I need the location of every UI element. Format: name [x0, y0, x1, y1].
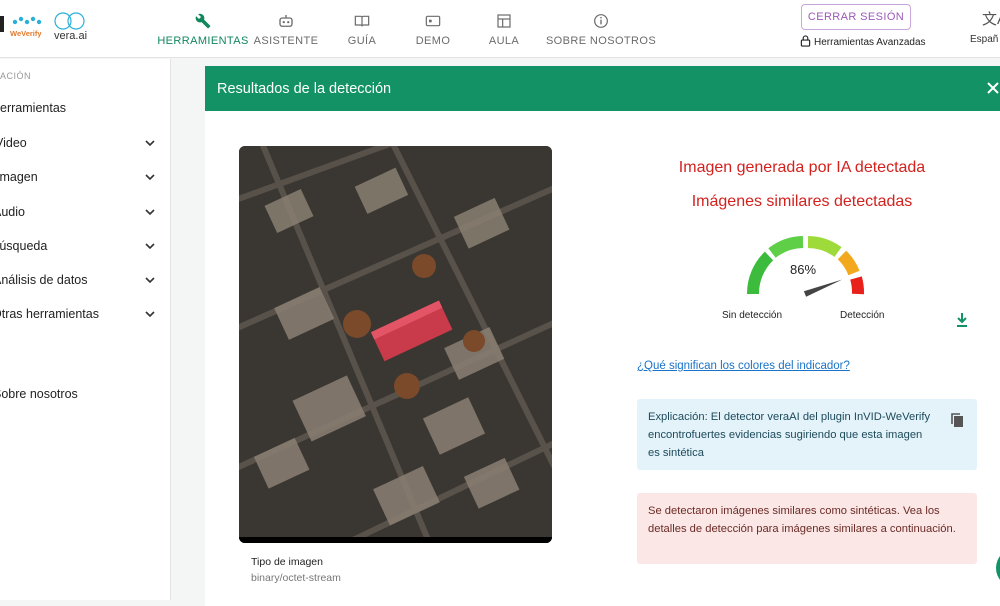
nav-demo[interactable]: DEMO — [400, 0, 466, 58]
sidebar-item-sobre-nosotros[interactable]: Sobre nosotros — [0, 380, 170, 408]
sidebar-item-label: Video — [0, 136, 27, 150]
explanation-box: Explicación: El detector veraAI del plug… — [637, 399, 977, 470]
gauge-label-low: Sin detección — [722, 310, 783, 321]
image-type-label: Tipo de imagen — [251, 556, 323, 568]
advanced-tools-indicator[interactable]: Herramientas Avanzadas — [800, 35, 926, 50]
nav-label: GUÍA — [347, 35, 377, 47]
robot-icon — [276, 11, 296, 31]
logo-group: WeVerify vera.ai — [0, 8, 100, 48]
gauge-label-high: Detección — [840, 310, 885, 321]
advanced-tools-label: Herramientas Avanzadas — [814, 37, 926, 48]
main-nav: HERRAMIENTAS ASISTENTE GUÍA DEMO AULA SO… — [157, 0, 660, 58]
nav-label: HERRAMIENTAS — [157, 35, 249, 47]
wrench-icon — [193, 11, 213, 31]
sidebar-item-analisis[interactable]: Análisis de datos — [0, 266, 170, 294]
close-icon[interactable] — [985, 80, 1000, 96]
nav-label: ASISTENTE — [253, 35, 319, 47]
download-icon[interactable] — [955, 312, 969, 328]
nav-label: SOBRE NOSOTROS — [545, 35, 657, 47]
sidebar-heading: ACIÓN — [0, 71, 32, 81]
gauge-percentage: 86% — [789, 262, 817, 277]
nav-guia[interactable]: GUÍA — [324, 0, 400, 58]
sidebar-item-label: Análisis de datos — [0, 273, 88, 287]
book-icon — [352, 11, 372, 31]
chevron-down-icon — [145, 311, 155, 318]
chevron-down-icon — [145, 243, 155, 250]
nav-label: AULA — [488, 35, 520, 47]
sidebar-item-busqueda[interactable]: Búsqueda — [0, 232, 170, 260]
veraai-logo-text: vera.ai — [54, 30, 88, 42]
nav-label: DEMO — [415, 35, 451, 47]
video-icon — [423, 11, 443, 31]
sidebar-item-otras[interactable]: Otras herramientas — [0, 300, 170, 328]
sidebar-item-label: Otras herramientas — [0, 307, 99, 321]
gauge-colors-help-link[interactable]: ¿Qué significan los colores del indicado… — [637, 360, 850, 372]
lock-icon — [800, 35, 811, 50]
sidebar-item-label: Herramientas — [0, 101, 67, 115]
chevron-down-icon — [145, 209, 155, 216]
nav-herramientas[interactable]: HERRAMIENTAS — [157, 0, 249, 58]
image-type-value: binary/octet-stream — [251, 572, 341, 584]
sidebar-item-imagen[interactable]: Imagen — [0, 163, 170, 191]
translate-icon: 文A — [982, 11, 1000, 28]
sidebar: ACIÓN Herramientas Video Imagen Audio Bú… — [0, 59, 171, 600]
similar-images-result: Imágenes similares detectadas — [691, 193, 913, 210]
top-bar: WeVerify vera.ai HERRAMIENTAS ASISTENTE … — [0, 0, 1000, 58]
copy-icon[interactable] — [950, 412, 964, 428]
detection-results-panel: Resultados de la detección Tipo de image… — [205, 66, 1000, 606]
nav-aula[interactable]: AULA — [466, 0, 542, 58]
aerial-photo — [239, 146, 552, 543]
panel-title: Resultados de la detección — [217, 80, 392, 97]
similar-images-alert: Se detectaron imágenes similares como si… — [637, 493, 977, 564]
chevron-down-icon — [145, 174, 155, 181]
sidebar-item-video[interactable]: Video — [0, 129, 170, 157]
sidebar-item-label: Imagen — [0, 170, 38, 184]
nav-sobre-nosotros[interactable]: SOBRE NOSOTROS — [542, 0, 660, 58]
weverify-logo-text: WeVerify — [10, 29, 42, 38]
explanation-text: Explicación: El detector veraAI del plug… — [648, 411, 931, 459]
app-logos — [0, 12, 85, 32]
ai-detected-result: Imagen generada por IA detectada — [678, 159, 926, 176]
sidebar-item-label: Sobre nosotros — [0, 387, 78, 401]
analyzed-image — [239, 146, 552, 543]
sidebar-item-label: Búsqueda — [0, 239, 48, 253]
panel-header: Resultados de la detección — [205, 66, 1000, 111]
language-selector[interactable]: 文A Españ — [970, 8, 1000, 45]
chevron-down-icon — [145, 140, 155, 147]
logout-button[interactable]: CERRAR SESIÓN — [801, 4, 911, 30]
sidebar-item-herramientas[interactable]: Herramientas — [0, 94, 170, 122]
gauge-needle — [803, 279, 843, 297]
sidebar-item-label: Audio — [0, 205, 25, 219]
info-icon — [591, 11, 611, 31]
chevron-down-icon — [145, 277, 155, 284]
sidebar-item-audio[interactable]: Audio — [0, 198, 170, 226]
nav-asistente[interactable]: ASISTENTE — [248, 0, 324, 58]
similar-images-text: Se detectaron imágenes similares como si… — [648, 505, 956, 535]
classroom-icon — [494, 11, 514, 31]
language-label: Españ — [970, 34, 999, 45]
